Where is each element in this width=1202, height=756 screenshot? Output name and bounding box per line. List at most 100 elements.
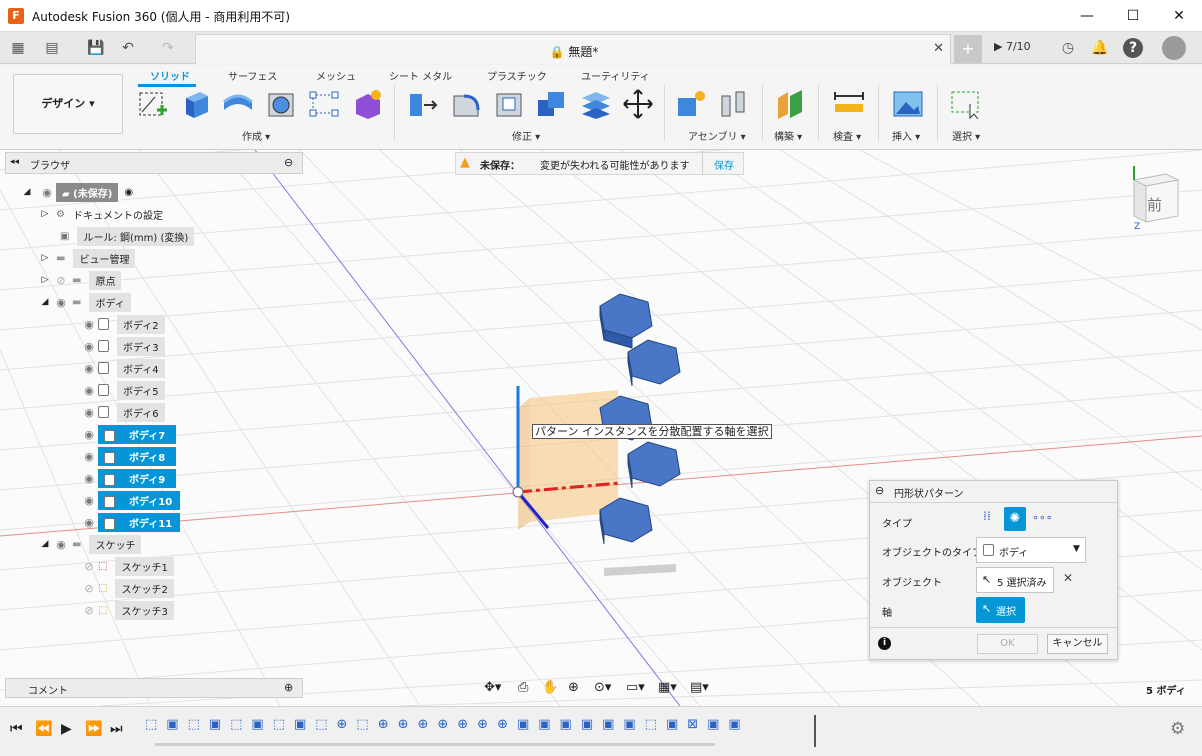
modify-group[interactable]: 修正 ▾ bbox=[512, 128, 540, 143]
body-row[interactable]: ◉ ボディ4 bbox=[80, 357, 194, 379]
hole-icon[interactable] bbox=[266, 88, 298, 120]
orbit-icon[interactable]: ✥▾ bbox=[484, 680, 501, 695]
redo-icon[interactable]: ↷ bbox=[158, 38, 178, 58]
eye-icon[interactable]: ◉ bbox=[80, 494, 98, 507]
undo-icon[interactable]: ↶ bbox=[118, 38, 138, 58]
document-tab[interactable]: 🔒 無題* ✕ bbox=[195, 34, 951, 64]
body-row[interactable]: ◉ ボディ5 bbox=[80, 379, 194, 401]
eye-hidden-icon[interactable]: ⊘ bbox=[80, 604, 98, 617]
circular-type-icon[interactable]: ✺ bbox=[1004, 507, 1026, 531]
objects-selection-button[interactable]: ↖ 5 選択済み bbox=[976, 567, 1054, 593]
display-settings-icon[interactable]: ▭▾ bbox=[626, 680, 645, 695]
eye-icon[interactable]: ◉ bbox=[80, 340, 98, 353]
assemble-group[interactable]: アセンブリ ▾ bbox=[688, 128, 746, 143]
combine-icon[interactable] bbox=[536, 88, 568, 120]
pattern-icon[interactable] bbox=[308, 88, 340, 120]
step-back-icon[interactable]: ⏪ bbox=[35, 721, 52, 737]
collapse-arrow-icon[interactable]: ◢ bbox=[38, 539, 52, 549]
eye-icon[interactable]: ◉ bbox=[52, 538, 70, 551]
apps-grid-icon[interactable]: ▦ bbox=[8, 38, 28, 58]
step-forward-icon[interactable]: ⏩ bbox=[85, 721, 102, 737]
tab-plastic[interactable]: プラスチック bbox=[487, 68, 547, 83]
insert-image-icon[interactable] bbox=[892, 88, 924, 120]
eye-icon[interactable]: ◉ bbox=[80, 318, 98, 331]
tree-bodies[interactable]: ◢ ◉ ▬ ボディ bbox=[38, 291, 194, 313]
body-row-selected[interactable]: ◉ ボディ11 bbox=[80, 511, 194, 533]
eye-icon[interactable]: ◉ bbox=[38, 186, 56, 199]
info-icon[interactable]: i bbox=[878, 637, 891, 650]
extrude-icon[interactable] bbox=[180, 88, 212, 120]
clock-icon[interactable]: ◷ bbox=[1058, 38, 1078, 58]
root-component[interactable]: ▰ (未保存) bbox=[56, 182, 119, 202]
add-comment-icon[interactable]: ⊕ bbox=[284, 681, 293, 694]
pan-icon[interactable]: ✋ bbox=[542, 680, 558, 695]
tree-view-mgmt[interactable]: ▷ ▬ ビュー管理 bbox=[38, 247, 194, 269]
timeline-features[interactable]: ⬚▣⬚▣⬚▣⬚▣⬚⊕⬚⊕⊕⊕⊕⊕⊕⊕▣▣▣▣▣▣⬚▣⊠▣▣ bbox=[145, 717, 815, 739]
body-row[interactable]: ◉ ボディ6 bbox=[80, 401, 194, 423]
collapse-arrow-icon[interactable]: ◢ bbox=[20, 187, 34, 197]
ok-button[interactable]: OK bbox=[977, 634, 1038, 654]
tree-doc-settings[interactable]: ▷ ⚙ ドキュメントの設定 bbox=[38, 203, 194, 225]
eye-icon[interactable]: ◉ bbox=[80, 516, 98, 529]
collapse-browser-icon[interactable]: ◂◂ bbox=[10, 157, 19, 167]
cancel-button[interactable]: キャンセル bbox=[1047, 634, 1108, 654]
eye-icon[interactable]: ◉ bbox=[80, 428, 98, 441]
tab-surface[interactable]: サーフェス bbox=[228, 68, 277, 83]
body-row[interactable]: ◉ ボディ3 bbox=[80, 335, 194, 357]
close-window-button[interactable]: ✕ bbox=[1156, 0, 1202, 32]
rectangular-type-icon[interactable]: ⁞⁞ bbox=[978, 509, 996, 529]
view-cube[interactable]: 前 Z bbox=[1128, 166, 1180, 232]
dialog-collapse-icon[interactable]: ⊖ bbox=[875, 484, 884, 497]
tab-sheet-metal[interactable]: シート メタル bbox=[389, 68, 452, 83]
file-menu-icon[interactable]: ▤ bbox=[42, 38, 62, 58]
activate-radio-icon[interactable]: ◉ bbox=[124, 187, 133, 198]
shell-icon[interactable] bbox=[494, 88, 526, 120]
expand-arrow-icon[interactable]: ▷ bbox=[38, 253, 52, 263]
path-type-icon[interactable]: ∘∘∘ bbox=[1032, 511, 1053, 524]
job-status[interactable]: ▶ 7/10 bbox=[994, 40, 1031, 53]
select-group[interactable]: 選択 ▾ bbox=[952, 128, 980, 143]
eye-icon[interactable]: ◉ bbox=[52, 296, 70, 309]
offset-plane-icon[interactable] bbox=[774, 88, 806, 120]
insert-group[interactable]: 挿入 ▾ bbox=[892, 128, 920, 143]
save-link[interactable]: 保存 bbox=[714, 157, 734, 172]
clear-selection-icon[interactable]: ✕ bbox=[1063, 571, 1073, 585]
eye-hidden-icon[interactable]: ⊘ bbox=[80, 582, 98, 595]
timeline-marker[interactable] bbox=[814, 715, 816, 747]
new-component-icon[interactable] bbox=[676, 88, 708, 120]
grid-settings-icon[interactable]: ▦▾ bbox=[658, 680, 677, 695]
move-copy-icon[interactable] bbox=[622, 88, 654, 120]
browser-minimize-icon[interactable]: ⊖ bbox=[284, 156, 293, 169]
tab-solid[interactable]: ソリッド bbox=[150, 68, 190, 83]
expand-arrow-icon[interactable]: ▷ bbox=[38, 275, 52, 285]
sketch-row[interactable]: ⊘ ⬚ スケッチ2 bbox=[80, 577, 194, 599]
tree-root[interactable]: ◢ ◉ ▰ (未保存) ◉ bbox=[20, 181, 194, 203]
notification-icon[interactable]: 🔔 bbox=[1090, 38, 1110, 58]
collapse-arrow-icon[interactable]: ◢ bbox=[38, 297, 52, 307]
eye-icon[interactable]: ◉ bbox=[80, 384, 98, 397]
press-pull-icon[interactable] bbox=[406, 88, 438, 120]
look-at-icon[interactable]: ⎙ bbox=[518, 680, 528, 695]
expand-arrow-icon[interactable]: ▷ bbox=[38, 209, 52, 219]
close-tab-button[interactable]: ✕ bbox=[933, 41, 944, 56]
zoom-icon[interactable]: ⊕ bbox=[568, 680, 579, 695]
eye-hidden-icon[interactable]: ⊘ bbox=[80, 560, 98, 573]
help-icon[interactable]: ? bbox=[1123, 38, 1143, 58]
fillet-icon[interactable] bbox=[450, 88, 482, 120]
timeline-settings-icon[interactable]: ⚙ bbox=[1170, 719, 1185, 739]
joint-icon[interactable] bbox=[718, 88, 750, 120]
construct-group[interactable]: 構築 ▾ bbox=[774, 128, 802, 143]
create-group[interactable]: 作成 ▾ bbox=[242, 128, 270, 143]
play-icon[interactable]: ▶ bbox=[61, 721, 72, 737]
new-tab-button[interactable]: + bbox=[954, 35, 982, 63]
eye-icon[interactable]: ◉ bbox=[80, 472, 98, 485]
go-to-start-icon[interactable]: ⏮ bbox=[10, 721, 23, 737]
sketch-row[interactable]: ⊘ ⬚ スケッチ1 bbox=[80, 555, 194, 577]
eye-hidden-icon[interactable]: ⊘ bbox=[52, 274, 70, 287]
measure-icon[interactable] bbox=[833, 88, 865, 120]
go-to-end-icon[interactable]: ⏭ bbox=[110, 721, 123, 737]
body-row-selected[interactable]: ◉ ボディ7 bbox=[80, 423, 194, 445]
eye-icon[interactable]: ◉ bbox=[80, 406, 98, 419]
eye-icon[interactable]: ◉ bbox=[80, 362, 98, 375]
browser-header[interactable]: ◂◂ ブラウザ ⊖ bbox=[5, 152, 303, 174]
